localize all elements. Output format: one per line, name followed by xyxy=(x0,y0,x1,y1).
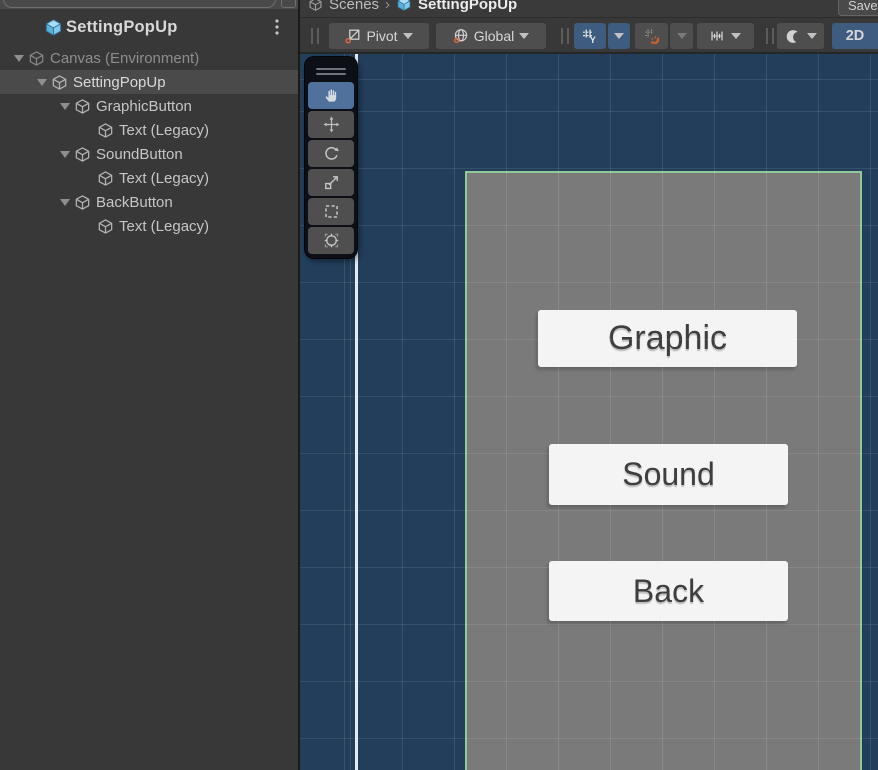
scene-cube-icon xyxy=(309,0,322,11)
kebab-menu-icon[interactable] xyxy=(270,18,284,36)
hierarchy-row-text-legacy[interactable]: Text (Legacy) xyxy=(0,118,298,142)
foldout-arrow-icon[interactable] xyxy=(56,103,74,110)
hierarchy-row-canvas[interactable]: Canvas (Environment) xyxy=(0,46,298,70)
toolbar-separator xyxy=(558,28,571,44)
breadcrumb-scenes[interactable]: Scenes xyxy=(329,0,379,13)
transform-tool-button[interactable] xyxy=(308,227,354,254)
row-label: GraphicButton xyxy=(96,97,192,115)
rect-tool-button[interactable] xyxy=(308,198,354,225)
grid-visibility-button[interactable]: Y xyxy=(574,23,606,49)
foldout-arrow-icon[interactable] xyxy=(33,79,51,86)
hierarchy-panel: SettingPopUp Canvas (Environment) Settin… xyxy=(0,0,298,770)
gameobject-cube-icon xyxy=(98,122,113,138)
toolbar-separator xyxy=(763,28,776,44)
toolbar-drag-handle[interactable] xyxy=(308,28,321,44)
row-label: SoundButton xyxy=(96,145,183,163)
globe-icon xyxy=(453,29,467,44)
transform-tool-icon xyxy=(324,233,338,248)
snap-increment-button[interactable] xyxy=(697,23,754,49)
move-tool-icon xyxy=(323,116,339,133)
graphic-button[interactable]: Graphic xyxy=(538,310,797,367)
hierarchy-row-graphicbutton[interactable]: GraphicButton xyxy=(0,94,298,118)
gameobject-cube-icon xyxy=(75,146,90,162)
hand-tool-button[interactable] xyxy=(308,82,354,109)
unity-editor-window: SettingPopUp Canvas (Environment) Settin… xyxy=(0,0,878,770)
chevron-down-icon xyxy=(614,33,624,39)
hierarchy-tree: Canvas (Environment) SettingPopUp Graphi… xyxy=(0,46,298,238)
scene-viewport[interactable]: Graphic Sound Back xyxy=(300,54,878,770)
row-label: Text (Legacy) xyxy=(119,121,210,139)
rotate-tool-button[interactable] xyxy=(308,140,354,167)
move-tool-button[interactable] xyxy=(308,111,354,138)
scale-tool-button[interactable] xyxy=(308,169,354,196)
chevron-down-icon xyxy=(402,33,413,39)
hierarchy-row-settingpopup[interactable]: SettingPopUp xyxy=(0,70,298,94)
search-filter-button[interactable] xyxy=(281,0,296,8)
global-mode-button[interactable]: Global xyxy=(436,23,546,49)
grid-snap-dropdown[interactable] xyxy=(670,23,693,49)
hierarchy-row-backbutton[interactable]: BackButton xyxy=(0,190,298,214)
chevron-down-icon xyxy=(731,33,741,39)
chevron-down-icon xyxy=(519,33,530,39)
prefab-title: SettingPopUp xyxy=(66,18,178,36)
tools-overlay-palette xyxy=(305,57,357,258)
grid-snap-button[interactable] xyxy=(635,23,668,49)
foldout-arrow-icon[interactable] xyxy=(56,199,74,206)
gameobject-cube-icon xyxy=(75,98,90,114)
breadcrumb-separator: › xyxy=(385,0,391,13)
scale-tool-icon xyxy=(324,176,338,190)
gameobject-cube-icon xyxy=(52,74,67,90)
back-button[interactable]: Back xyxy=(549,561,788,621)
svg-text:Y: Y xyxy=(590,35,596,44)
shading-mode-button[interactable] xyxy=(777,23,824,49)
2d-mode-button[interactable]: 2D xyxy=(832,23,878,49)
prefab-cube-icon xyxy=(45,19,62,36)
hierarchy-search-bar xyxy=(0,0,298,9)
hierarchy-row-text-legacy[interactable]: Text (Legacy) xyxy=(0,214,298,238)
search-input[interactable] xyxy=(3,0,276,8)
hand-tool-icon xyxy=(325,89,336,102)
chevron-down-icon xyxy=(806,33,817,39)
row-label: Text (Legacy) xyxy=(119,217,210,235)
foldout-arrow-icon[interactable] xyxy=(10,55,28,62)
shaded-sphere-icon xyxy=(786,29,802,43)
palette-drag-handle[interactable] xyxy=(308,62,354,80)
pivot-label: Pivot xyxy=(366,28,398,44)
gameobject-cube-icon xyxy=(98,170,113,186)
snap-magnet-icon xyxy=(645,29,659,44)
breadcrumb-prefab[interactable]: SettingPopUp xyxy=(418,0,517,13)
foldout-arrow-icon[interactable] xyxy=(56,151,74,158)
hierarchy-row-soundbutton[interactable]: SoundButton xyxy=(0,142,298,166)
gameobject-cube-icon xyxy=(29,50,44,66)
rotate-tool-icon xyxy=(324,147,339,160)
row-label: SettingPopUp xyxy=(73,73,166,91)
row-label: Text (Legacy) xyxy=(119,169,210,187)
snap-increment-icon xyxy=(711,31,723,41)
grid-y-icon: Y xyxy=(583,29,596,44)
row-label: BackButton xyxy=(96,193,173,211)
prefab-cube-icon xyxy=(397,0,411,11)
gameobject-cube-icon xyxy=(98,218,113,234)
grid-visibility-dropdown[interactable] xyxy=(608,23,630,49)
gameobject-cube-icon xyxy=(75,194,90,210)
sound-button[interactable]: Sound xyxy=(549,444,788,505)
prefab-mode-header: SettingPopUp xyxy=(0,9,298,46)
prefab-breadcrumb-bar: Scenes › SettingPopUp Save xyxy=(300,0,878,18)
save-button[interactable]: Save xyxy=(838,0,878,16)
rect-tool-icon xyxy=(324,205,338,218)
chevron-down-icon xyxy=(676,33,687,39)
pivot-mode-button[interactable]: Pivot xyxy=(329,23,429,49)
row-label: Canvas (Environment) xyxy=(50,49,200,67)
global-label: Global xyxy=(473,28,515,44)
hierarchy-row-text-legacy[interactable]: Text (Legacy) xyxy=(0,166,298,190)
scene-view-toolbar: Pivot Global Y 2D xyxy=(300,18,878,54)
pivot-icon xyxy=(345,29,360,44)
